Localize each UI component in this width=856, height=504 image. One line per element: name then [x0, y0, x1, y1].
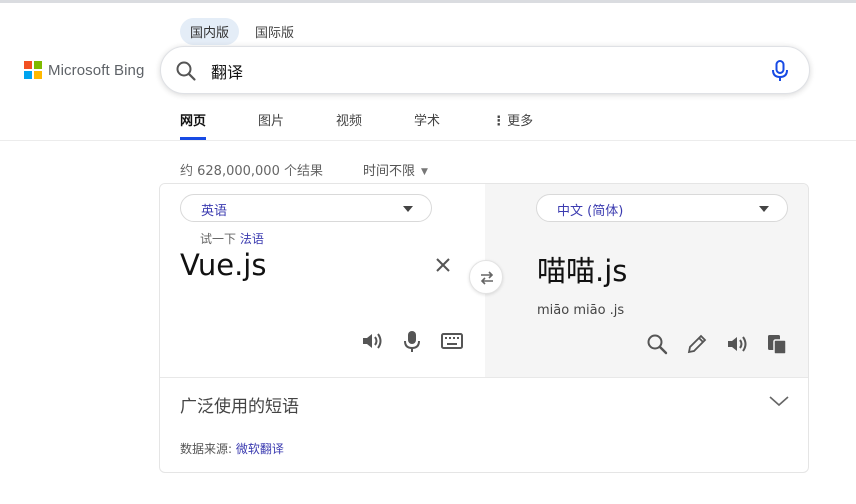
- bing-logo[interactable]: Microsoft Bing: [24, 61, 144, 79]
- pencil-icon[interactable]: [685, 332, 709, 356]
- card-divider: [160, 377, 808, 378]
- time-filter-label: 时间不限: [362, 164, 415, 179]
- chevron-down-icon: [403, 206, 413, 212]
- data-source: 数据来源: 微软翻译: [180, 440, 284, 457]
- target-language-select[interactable]: 中文 (简体): [536, 194, 788, 222]
- results-info: 约 628,000,000 个结果 时间不限 ▼: [180, 160, 428, 179]
- market-tab-international[interactable]: 国际版: [245, 18, 304, 45]
- market-tabs: 国内版 国际版: [180, 18, 304, 45]
- result-count: 约 628,000,000 个结果: [180, 164, 323, 179]
- source-language-select[interactable]: 英语: [180, 194, 432, 222]
- logo-text: Microsoft Bing: [48, 61, 145, 79]
- search-icon[interactable]: [175, 60, 197, 82]
- try-language-link[interactable]: 法语: [240, 232, 264, 246]
- copy-icon[interactable]: [765, 332, 789, 356]
- scope-more[interactable]: ⋮ 更多: [484, 104, 541, 140]
- more-dots-icon: ⋮: [492, 114, 506, 129]
- microphone-icon[interactable]: [769, 59, 791, 83]
- translator-card: 英语 试一下 法语 Vue.js 中文 (简体) 喵喵.js miāo miāo…: [159, 183, 809, 473]
- translated-text: 喵喵.js: [537, 254, 628, 288]
- scope-images[interactable]: 图片: [250, 104, 292, 140]
- swap-languages-button[interactable]: [469, 260, 503, 294]
- data-source-prefix: 数据来源:: [180, 442, 233, 456]
- chevron-down-icon: [759, 206, 769, 212]
- scope-more-label: 更多: [507, 114, 534, 129]
- scope-academic[interactable]: 学术: [406, 104, 448, 140]
- speaker-icon[interactable]: [725, 332, 749, 356]
- transliteration: miāo miāo .js: [537, 303, 625, 318]
- scope-videos[interactable]: 视频: [328, 104, 370, 140]
- caret-down-icon: ▼: [420, 167, 428, 177]
- try-suggestion: 试一下 法语: [200, 230, 264, 247]
- search-input[interactable]: [211, 58, 751, 84]
- chevron-down-icon[interactable]: [768, 394, 790, 408]
- search-box: [160, 46, 810, 94]
- scope-divider: [0, 140, 856, 141]
- common-phrases-header[interactable]: 广泛使用的短语: [180, 392, 299, 417]
- try-prefix: 试一下: [200, 232, 237, 246]
- market-tab-domestic[interactable]: 国内版: [180, 18, 240, 45]
- search-scopes: 网页 图片 视频 学术 ⋮ 更多: [172, 104, 577, 140]
- data-source-link[interactable]: 微软翻译: [236, 442, 284, 456]
- speaker-icon[interactable]: [360, 329, 384, 353]
- close-icon[interactable]: [434, 256, 452, 274]
- microphone-icon[interactable]: [400, 329, 424, 353]
- search-icon[interactable]: [645, 332, 669, 356]
- source-text-input[interactable]: Vue.js: [180, 248, 266, 282]
- keyboard-icon[interactable]: [440, 329, 464, 353]
- time-filter-dropdown[interactable]: 时间不限 ▼: [363, 160, 428, 179]
- source-pane: 英语 试一下 法语 Vue.js: [160, 184, 485, 377]
- microsoft-logo-icon: [24, 61, 42, 79]
- swap-icon: [480, 271, 494, 285]
- source-language-label: 英语: [201, 204, 228, 219]
- scope-web[interactable]: 网页: [172, 104, 214, 140]
- target-pane: 中文 (简体) 喵喵.js miāo miāo .js: [485, 184, 808, 377]
- top-border: [0, 0, 856, 3]
- target-language-label: 中文 (简体): [557, 204, 624, 219]
